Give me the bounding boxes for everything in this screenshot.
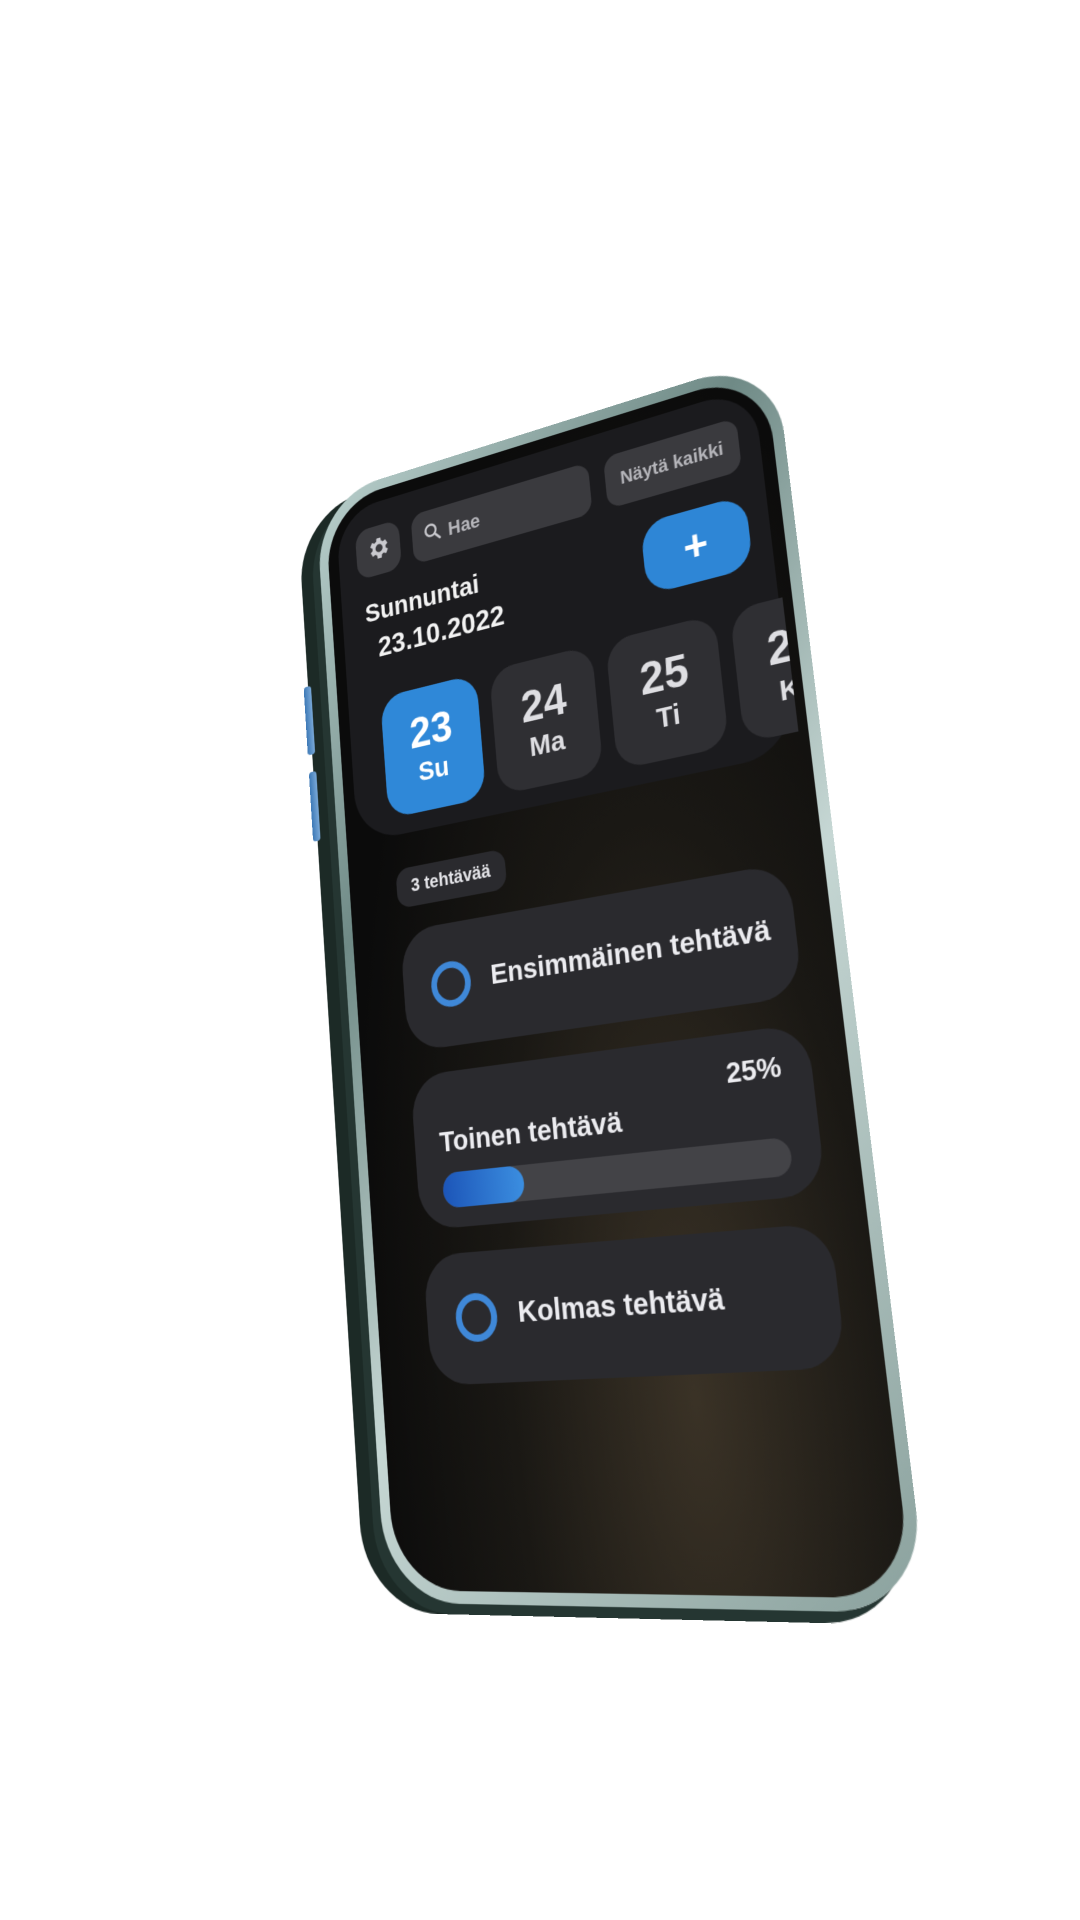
task-title: Ensimmäinen tehtävä	[489, 913, 772, 992]
show-all-button[interactable]: Näytä kaikki	[603, 418, 742, 509]
day-abbr: Ma	[528, 724, 566, 765]
task-item-3[interactable]: Kolmas tehtävä	[423, 1223, 847, 1386]
day-card-26[interactable]: 26 Ke	[729, 597, 798, 743]
day-card-25[interactable]: 25 Ti	[605, 614, 729, 770]
progress-percent: 25%	[724, 1050, 783, 1090]
day-card-23[interactable]: 23 Su	[380, 674, 486, 819]
day-abbr: Ti	[655, 697, 682, 736]
circle-icon[interactable]	[430, 958, 473, 1009]
search-icon	[422, 517, 449, 550]
day-card-24[interactable]: 24 Ma	[489, 645, 604, 795]
gear-icon	[365, 531, 391, 569]
day-abbr: Su	[417, 750, 450, 789]
task-item-2[interactable]: 25% Toinen tehtävä	[410, 1023, 827, 1230]
day-number: 25	[638, 645, 691, 705]
add-task-button[interactable]: +	[640, 495, 753, 595]
progress-fill	[442, 1165, 526, 1209]
task-title: Toinen tehtävä	[438, 1105, 623, 1160]
phone-frame: Hae Näytä kaikki Sunnuntai 23.10.2022 + …	[315, 355, 928, 1614]
day-number: 26	[765, 614, 799, 677]
task-title: Kolmas tehtävä	[516, 1281, 726, 1330]
header-panel: Hae Näytä kaikki Sunnuntai 23.10.2022 + …	[336, 386, 797, 843]
search-placeholder: Hae	[447, 509, 481, 541]
app-screen: Hae Näytä kaikki Sunnuntai 23.10.2022 + …	[325, 369, 914, 1598]
settings-button[interactable]	[355, 519, 402, 580]
search-input[interactable]: Hae	[411, 462, 593, 564]
stage: Hae Näytä kaikki Sunnuntai 23.10.2022 + …	[0, 0, 1080, 1920]
task-count-badge: 3 tehtävää	[395, 849, 507, 909]
phone: Hae Näytä kaikki Sunnuntai 23.10.2022 + …	[315, 355, 928, 1614]
circle-icon[interactable]	[454, 1292, 499, 1343]
